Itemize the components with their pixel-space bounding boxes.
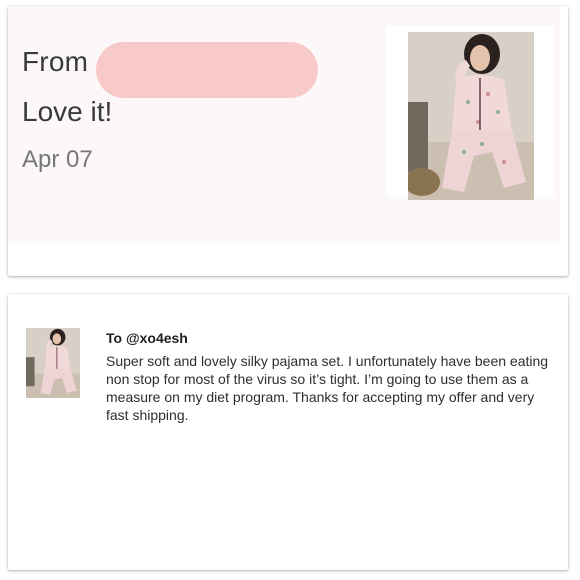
pajama-thumbnail-illustration	[26, 328, 80, 398]
review-title: Love it!	[22, 96, 113, 127]
product-thumbnail[interactable]	[26, 328, 80, 398]
product-photo[interactable]	[408, 32, 534, 200]
recipient-line: To @xo4esh	[106, 330, 188, 346]
review-date: Apr 07	[22, 146, 93, 173]
pajama-photo-illustration	[408, 32, 534, 200]
from-label: From	[22, 46, 89, 77]
message-card: To @xo4esh Super soft and lovely silky p…	[8, 294, 568, 570]
message-body: Super soft and lovely silky pajama set. …	[106, 353, 549, 423]
redacted-username	[96, 42, 318, 98]
